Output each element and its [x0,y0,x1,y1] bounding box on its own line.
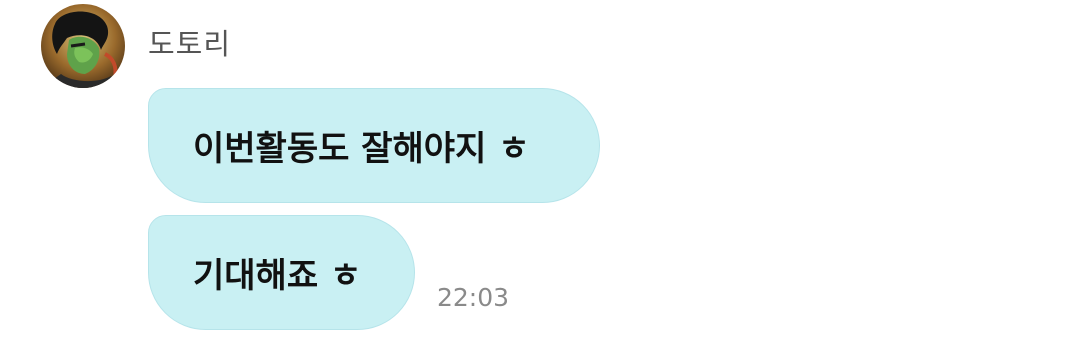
message-bubble[interactable]: 이번활동도 잘해야지 ㅎ [148,88,600,203]
message-text: 기대해죠 ㅎ [193,256,362,296]
avatar-photo-icon [41,4,125,88]
sender-avatar[interactable] [41,4,125,88]
sender-name: 도토리 [148,27,232,61]
chat-thread: 도토리 이번활동도 잘해야지 ㅎ 기대해죠 ㅎ 22:03 [0,0,1080,341]
message-text: 이번활동도 잘해야지 ㅎ [193,129,530,169]
message-bubble[interactable]: 기대해죠 ㅎ [148,215,415,330]
message-timestamp: 22:03 [437,283,510,312]
